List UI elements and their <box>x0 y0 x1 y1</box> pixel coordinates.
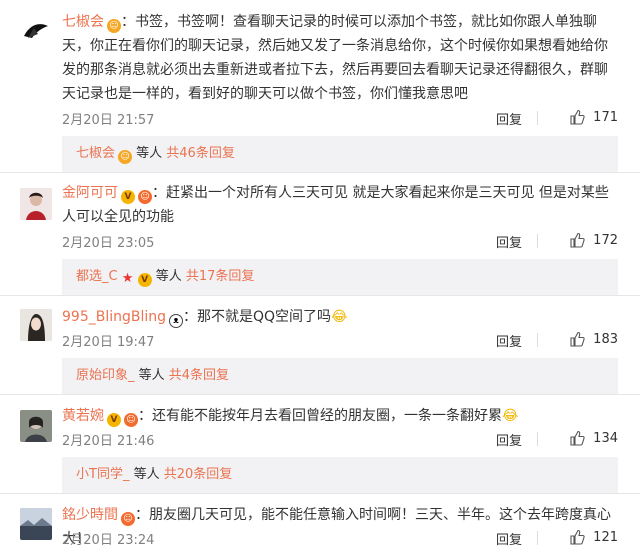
username[interactable]: 995_BlingBling <box>62 309 166 325</box>
username[interactable]: 七椒会 <box>62 14 104 30</box>
thumbs-up-icon <box>570 331 585 347</box>
thread-text: 等人 <box>132 146 167 161</box>
thread-count[interactable]: 共20条回复 <box>164 467 233 482</box>
user-badge-icon: ☺ <box>138 190 152 204</box>
reply-button[interactable]: 回复 <box>496 430 522 449</box>
thread-user[interactable]: 小T同学_ <box>76 467 129 482</box>
thread-text: 等人 <box>129 467 164 482</box>
reply-button[interactable]: 回复 <box>496 109 522 128</box>
reply-thread[interactable]: 都选_C ★ V 等人 共17条回复 <box>62 259 618 295</box>
user-badge-icon: ☺ <box>107 19 121 33</box>
comment-time: 2月20日 21:57 <box>62 113 155 128</box>
thread-count[interactable]: 共46条回复 <box>166 146 235 161</box>
comment-body: ：那不就是QQ空间了吗 <box>183 309 332 325</box>
user-badge-icon: ☺ <box>124 413 138 427</box>
like-count: 134 <box>593 430 618 446</box>
comment-time: 2月20日 21:46 <box>62 434 155 449</box>
divider <box>537 531 538 545</box>
like-button[interactable]: 121 <box>569 529 618 545</box>
panda-badge-icon: ᴥ <box>169 314 184 328</box>
reply-thread[interactable]: 原始印象_ 等人 共4条回复 <box>62 358 618 394</box>
like-button[interactable]: 171 <box>569 109 618 125</box>
divider <box>0 295 640 296</box>
divider <box>537 111 538 125</box>
username[interactable]: 金阿可可 <box>62 185 118 201</box>
user-badge-icon: ☺ <box>121 512 135 526</box>
avatar-photo-icon <box>20 410 52 442</box>
reply-button[interactable]: 回复 <box>496 232 522 251</box>
vip-badge-icon: V <box>137 273 152 287</box>
divider <box>537 432 538 446</box>
comment-body: ：还有能不能按年月去看回曾经的朋友圈，一条一条翻好累 <box>138 408 502 424</box>
comment-text: 黄若婉 V ☺ ：还有能不能按年月去看回曾经的朋友圈，一条一条翻好累😂 <box>62 404 618 428</box>
divider <box>537 234 538 248</box>
like-button[interactable]: 172 <box>569 232 618 248</box>
thumbs-up-icon <box>570 430 585 446</box>
avatar-photo-icon <box>20 309 52 341</box>
username[interactable]: 黄若婉 <box>62 408 104 424</box>
reply-thread[interactable]: 小T同学_ 等人 共20条回复 <box>62 457 618 493</box>
like-count: 121 <box>593 529 618 545</box>
avatar[interactable] <box>20 188 52 220</box>
thread-count[interactable]: 共17条回复 <box>186 269 255 284</box>
thread-user[interactable]: 原始印象_ <box>76 368 135 383</box>
laughing-emoji-icon: 😂 <box>331 309 348 325</box>
thumbs-up-icon <box>570 232 585 248</box>
like-count: 171 <box>593 109 618 125</box>
avatar-logo-icon <box>20 14 52 46</box>
avatar[interactable] <box>20 14 52 46</box>
thread-text: 等人 <box>134 368 169 383</box>
avatar[interactable] <box>20 508 52 540</box>
laughing-emoji-icon: 😂 <box>502 408 519 424</box>
vip-badge-icon: V <box>107 413 121 427</box>
thumbs-up-icon <box>570 109 585 125</box>
divider <box>537 333 538 347</box>
reply-button[interactable]: 回复 <box>496 529 522 548</box>
comment-time: 2月20日 23:05 <box>62 236 155 251</box>
divider <box>0 172 640 173</box>
like-count: 172 <box>593 232 618 248</box>
avatar[interactable] <box>20 309 52 341</box>
user-badge-icon: ☺ <box>118 150 133 164</box>
like-count: 183 <box>593 331 618 347</box>
reply-thread[interactable]: 七椒会 ☺ 等人 共46条回复 <box>62 136 618 172</box>
comment-time: 2月20日 23:24 <box>62 533 155 548</box>
username[interactable]: 銘少時間 <box>62 507 118 523</box>
thumbs-up-icon <box>570 529 585 545</box>
comment-body: ：书签，书签啊！查看聊天记录的时候可以添加个书签，就比如你跟人单独聊天，你正在看… <box>62 14 608 102</box>
comment-time: 2月20日 19:47 <box>62 335 155 350</box>
comment-text: 金阿可可 V ☺ ：赶紧出一个对所有人三天可见 就是大家看起来你是三天可见 但是对某些… <box>62 181 618 229</box>
avatar-photo-icon <box>20 188 52 220</box>
comment-text: 995_BlingBling ᴥ ：那不就是QQ空间了吗😂 <box>62 305 618 329</box>
avatar-photo-icon <box>20 508 52 540</box>
divider <box>0 493 640 494</box>
thread-count[interactable]: 共4条回复 <box>169 368 229 383</box>
star-badge-icon: ★ <box>121 271 134 286</box>
thread-text: 等人 <box>151 269 186 284</box>
like-button[interactable]: 134 <box>569 430 618 446</box>
thread-user[interactable]: 七椒会 <box>76 146 115 161</box>
like-button[interactable]: 183 <box>569 331 618 347</box>
reply-button[interactable]: 回复 <box>496 331 522 350</box>
thread-user[interactable]: 都选_C <box>76 269 118 284</box>
divider <box>0 394 640 395</box>
comment-text: 七椒会 ☺ ：书签，书签啊！查看聊天记录的时候可以添加个书签，就比如你跟人单独聊天，… <box>62 10 618 106</box>
vip-badge-icon: V <box>121 190 135 204</box>
avatar[interactable] <box>20 410 52 442</box>
